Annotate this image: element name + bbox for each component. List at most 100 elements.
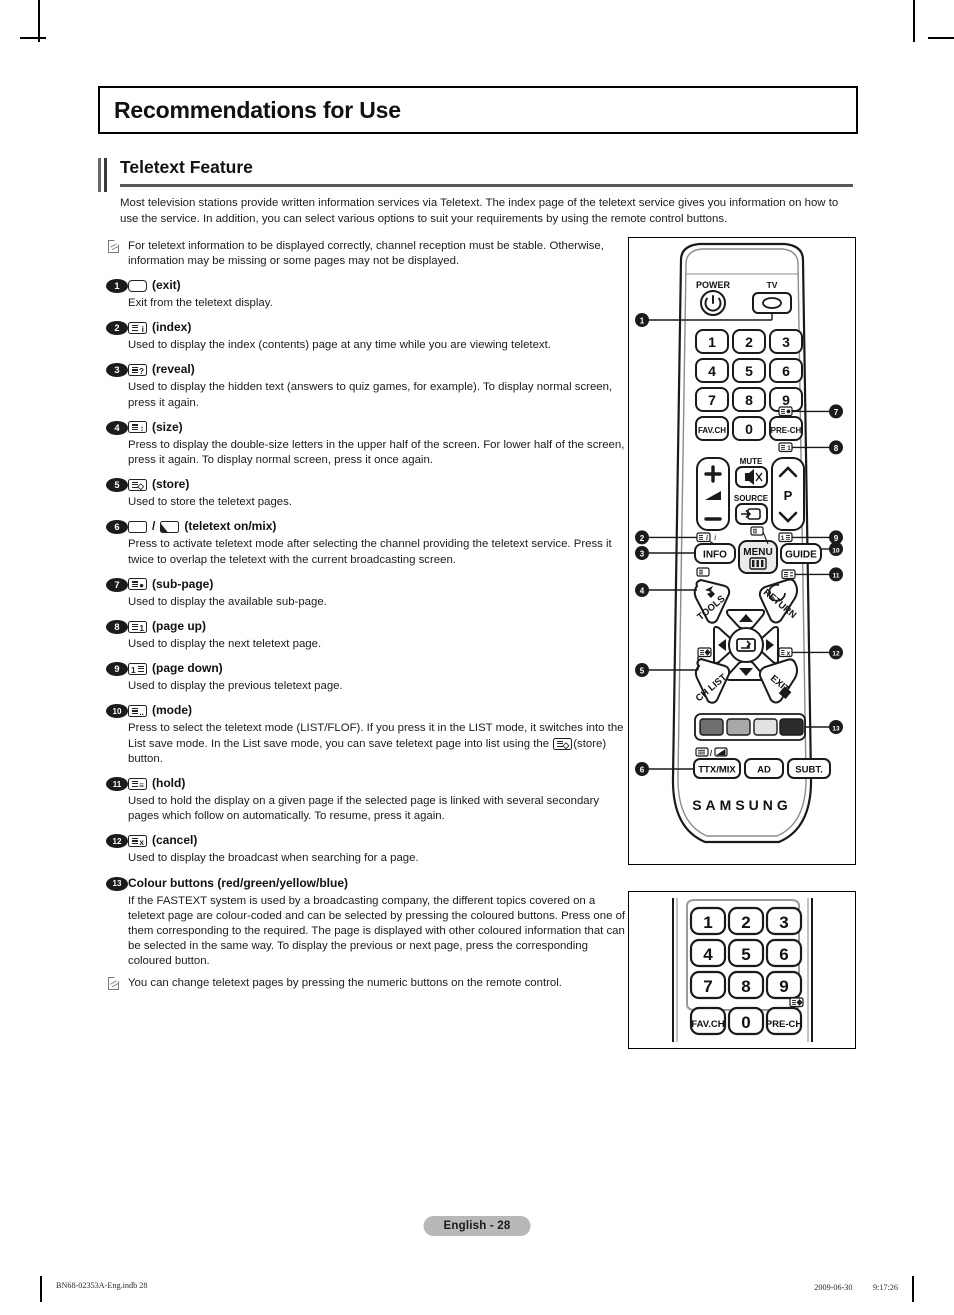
footer-timestamp: 2009-06-30 9:17:26 [814, 1283, 898, 1292]
svg-text:9: 9 [779, 977, 788, 996]
svg-text:AD: AD [757, 765, 771, 776]
crop-mark-top-left-vertical [38, 0, 40, 42]
page-content: Recommendations for Use Teletext Feature… [98, 86, 858, 1216]
svg-text:4: 4 [640, 587, 645, 596]
crop-mark-top-right-horizontal [928, 37, 954, 39]
item-label: 1 (page down) [128, 661, 223, 676]
item-label: i (index) [128, 320, 191, 335]
item-body-pre: Press to select the teletext mode (LIST/… [128, 722, 624, 750]
item-label: Colour buttons (red/green/yellow/blue) [128, 876, 348, 891]
teletext-subpage-icon: ● [128, 578, 147, 591]
svg-text:0: 0 [745, 421, 753, 437]
item-label: ↕ (size) [128, 420, 183, 435]
item-label: (exit) [128, 278, 181, 293]
teletext-cancel-icon: x [128, 834, 147, 847]
svg-text:GUIDE: GUIDE [785, 550, 817, 561]
svg-text:7: 7 [703, 977, 712, 996]
item-label-text: (index) [152, 320, 192, 335]
list-item: 1 (exit) Exit from the teletext display. [106, 278, 628, 311]
svg-text:SUBT.: SUBT. [795, 765, 822, 776]
svg-text:11: 11 [833, 573, 840, 580]
item-body: Used to display the available sub-page. [128, 595, 327, 608]
item-number: 12 [106, 834, 128, 849]
crop-mark-top-right-vertical [913, 0, 915, 42]
teletext-reveal-icon: ? [128, 363, 147, 376]
svg-text:6: 6 [640, 766, 645, 775]
teletext-store-icon: ◇ [553, 737, 573, 750]
note-icon [106, 239, 128, 269]
item-label-text: (page down) [152, 661, 223, 676]
svg-text:TTX/MIX: TTX/MIX [698, 765, 736, 776]
svg-text:13: 13 [832, 725, 840, 732]
item-label-text: (mode) [152, 703, 192, 718]
item-label: ◇ (store) [128, 477, 189, 492]
teletext-pagedown-icon: 1 [128, 662, 147, 675]
svg-text:FAV.CH: FAV.CH [698, 426, 726, 435]
page-number-badge: English - 28 [423, 1216, 531, 1236]
item-number: 7 [106, 577, 128, 592]
item-label-text: (store) [152, 477, 190, 492]
list-item: 5 ◇ (store) Used to store the teletext p… [106, 477, 628, 510]
svg-text:i: i [714, 533, 716, 542]
crop-mark-bottom-left-vertical [40, 1276, 42, 1302]
teletext-store-icon: ◇ [128, 478, 147, 491]
teletext-index-icon: i [128, 321, 147, 334]
item-label-text: (hold) [152, 776, 186, 791]
item-body: Press to select the teletext mode (LIST/… [128, 721, 628, 767]
svg-text:4: 4 [703, 945, 713, 964]
svg-text:7: 7 [708, 392, 716, 408]
footer-file-ref: BN68-02353A-Eng.indb 28 [56, 1281, 148, 1290]
item-number: 4 [106, 420, 128, 435]
item-label: / (teletext on/mix) [128, 519, 276, 534]
svg-text:2: 2 [640, 534, 645, 543]
teletext-pageup-icon: 1 [128, 620, 147, 633]
item-label-text: Colour buttons (red/green/yellow/blue) [128, 875, 349, 890]
svg-text:3: 3 [782, 334, 790, 350]
item-number: 13 [106, 876, 128, 891]
svg-text:1: 1 [703, 913, 712, 932]
note-bottom: You can change teletext pages by pressin… [106, 976, 628, 995]
svg-text:5: 5 [745, 363, 753, 379]
svg-text:2: 2 [741, 913, 750, 932]
svg-text:1: 1 [708, 334, 716, 350]
list-item: 9 1 (page down) Used to display the prev… [106, 661, 628, 694]
item-body: Used to display the hidden text (answers… [128, 381, 613, 409]
item-body: If the FASTEXT system is used by a broad… [128, 894, 626, 968]
list-item: 6 / (teletext on/mix) Press to activate … [106, 519, 628, 567]
teletext-exit-icon [128, 279, 147, 292]
item-label-text: (reveal) [152, 362, 195, 377]
item-label-text: (size) [152, 419, 183, 434]
list-item: 11 ≡ (hold) Used to hold the display on … [106, 776, 628, 824]
svg-text:1: 1 [640, 317, 645, 326]
svg-text:FAV.CH: FAV.CH [691, 1019, 724, 1030]
item-number: 10 [106, 704, 128, 719]
item-number: 3 [106, 363, 128, 378]
item-body: Exit from the teletext display. [128, 297, 273, 309]
item-number: 11 [106, 777, 128, 792]
item-label-text: (sub-page) [152, 576, 214, 591]
svg-text:7: 7 [834, 408, 839, 417]
chapter-title-box: Recommendations for Use [98, 86, 858, 134]
section-divider [120, 184, 853, 187]
item-label-text: (cancel) [152, 833, 198, 848]
item-label: .. (mode) [128, 703, 192, 718]
svg-text:1: 1 [781, 535, 785, 542]
svg-text:x: x [787, 651, 791, 658]
crop-mark-top-left-horizontal [20, 37, 46, 39]
svg-text:8: 8 [834, 444, 839, 453]
separator-slash: / [152, 519, 156, 534]
item-label: ● (sub-page) [128, 577, 213, 592]
item-body: Used to display the index (contents) pag… [128, 339, 551, 352]
crop-mark-bottom-right-vertical [912, 1276, 914, 1302]
svg-text:TV: TV [767, 280, 778, 290]
teletext-size-icon: ↕ [128, 421, 147, 434]
teletext-on-icon [128, 520, 147, 533]
section-header: Teletext Feature [98, 156, 858, 192]
item-label-text: (page up) [152, 619, 206, 634]
svg-text:SAMSUNG: SAMSUNG [692, 797, 792, 813]
item-label: ? (reveal) [128, 362, 195, 377]
item-number: 2 [106, 321, 128, 336]
item-number: 5 [106, 478, 128, 493]
svg-text:i: i [706, 534, 708, 542]
item-label: 1 (page up) [128, 619, 206, 634]
